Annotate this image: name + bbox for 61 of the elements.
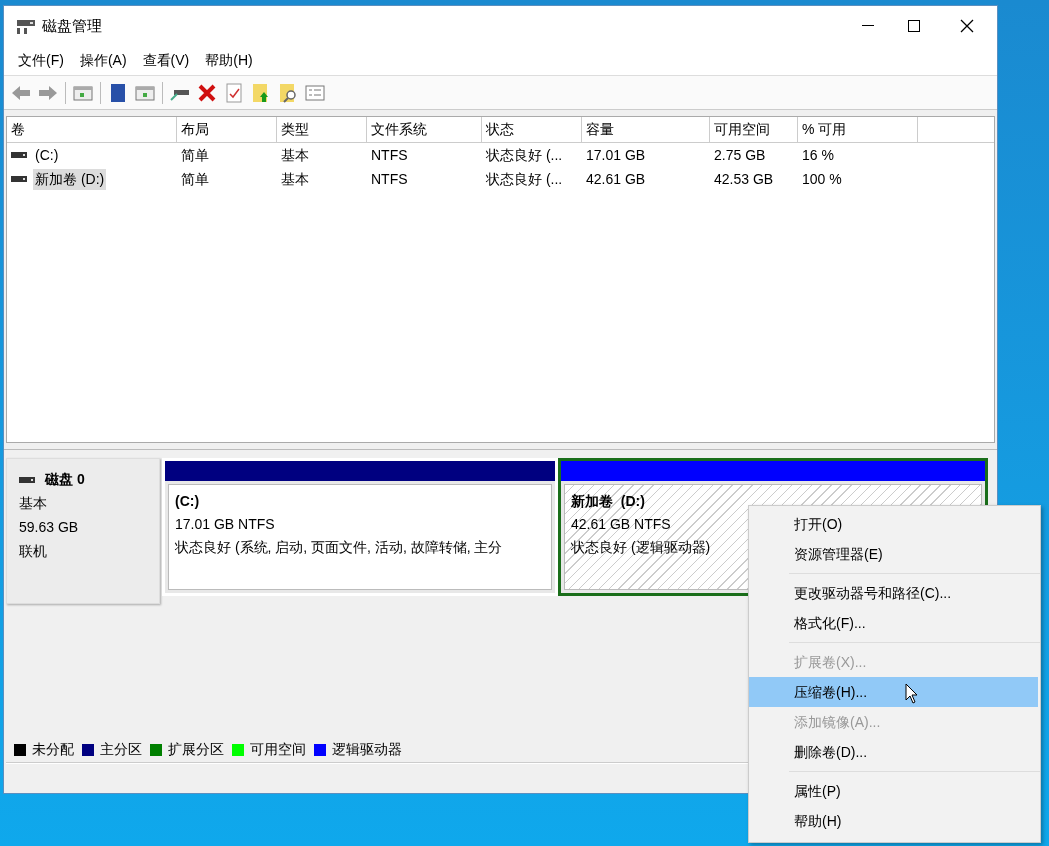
column-header[interactable]: 文件系统 (367, 117, 482, 142)
context-menu-item[interactable]: 属性(P) (749, 776, 1040, 806)
disk-status: 联机 (19, 542, 48, 561)
legend-label: 可用空间 (250, 740, 306, 759)
context-menu-item[interactable]: 打开(O) (749, 509, 1040, 539)
partition-name: 新加卷 (D:) (571, 492, 645, 511)
context-menu-item[interactable]: 压缩卷(H)... (749, 677, 1038, 707)
column-header[interactable]: 布局 (177, 117, 277, 142)
minimize-icon (862, 25, 874, 27)
table-cell-text: NTFS (371, 145, 408, 165)
table-cell-text: 简单 (181, 145, 209, 165)
column-header[interactable]: 容量 (582, 117, 710, 142)
partition-size: 42.61 GB NTFS (571, 515, 671, 534)
table-cell-text: 2.75 GB (714, 145, 766, 165)
context-menu-item[interactable]: 删除卷(D)... (749, 737, 1040, 767)
partition-status: 状态良好 (逻辑驱动器) (571, 538, 711, 557)
column-header[interactable]: 状态 (482, 117, 582, 142)
volume-name[interactable]: 新加卷 (D:) (33, 168, 107, 190)
table-cell-text: 状态良好 (... (486, 169, 563, 189)
table-cell-text: 100 % (802, 169, 842, 189)
partition-status: 状态良好 (系统, 启动, 页面文件, 活动, 故障转储, 主分 (175, 538, 503, 557)
close-icon (960, 19, 974, 33)
table-cell-text: 42.53 GB (714, 169, 774, 189)
table-cell-text: 基本 (281, 145, 309, 165)
legend-label: 未分配 (32, 740, 74, 759)
table-cell-text: 16 % (802, 145, 834, 165)
context-menu-item[interactable]: 资源管理器(E) (749, 539, 1040, 569)
menu-item[interactable]: 文件(F) (12, 50, 70, 71)
maximize-icon (908, 20, 920, 32)
mouse-pointer-icon (905, 683, 919, 705)
table-cell-text: 基本 (281, 169, 309, 189)
context-menu-item[interactable]: 更改驱动器号和路径(C)... (749, 578, 1040, 608)
table-cell-text: 17.01 GB (586, 145, 646, 165)
disk-management-icon (16, 17, 36, 35)
context-menu-item[interactable]: 格式化(F)... (749, 608, 1040, 638)
drive-icon (11, 176, 27, 182)
volume-name[interactable]: (C:) (33, 144, 61, 166)
column-header[interactable]: 卷 (7, 117, 177, 142)
column-header[interactable]: 可用空间 (710, 117, 798, 142)
legend-label: 扩展分区 (168, 740, 224, 759)
table-cell-text: 42.61 GB (586, 169, 646, 189)
context-menu-item[interactable]: 帮助(H) (749, 806, 1040, 836)
disk-size: 59.63 GB (19, 518, 80, 537)
disk-type: 基本 (19, 494, 48, 513)
menu-item[interactable]: 帮助(H) (199, 50, 259, 71)
table-cell-text: 简单 (181, 169, 209, 189)
column-header[interactable]: 类型 (277, 117, 367, 142)
partition-size: 17.01 GB NTFS (175, 515, 275, 534)
legend-label: 主分区 (100, 740, 142, 759)
partition-block[interactable]: (C:) 17.01 GB NTFS 状态良好 (系统, 启动, 页面文件, 活动, 故障转储, 主分 (162, 458, 558, 596)
drive-icon (19, 476, 35, 483)
drive-icon (11, 152, 27, 158)
menu-item[interactable]: 操作(A) (73, 50, 133, 71)
table-cell-text: NTFS (371, 169, 408, 189)
disk-name: 磁盘 0 (45, 470, 85, 489)
menu-item[interactable]: 查看(V) (136, 50, 196, 71)
window-title: 磁盘管理 (42, 15, 102, 36)
column-header[interactable]: % 可用 (798, 117, 918, 142)
table-cell-text: 状态良好 (... (486, 145, 563, 165)
partition-name: (C:) (175, 492, 200, 511)
legend-label: 逻辑驱动器 (332, 740, 402, 759)
